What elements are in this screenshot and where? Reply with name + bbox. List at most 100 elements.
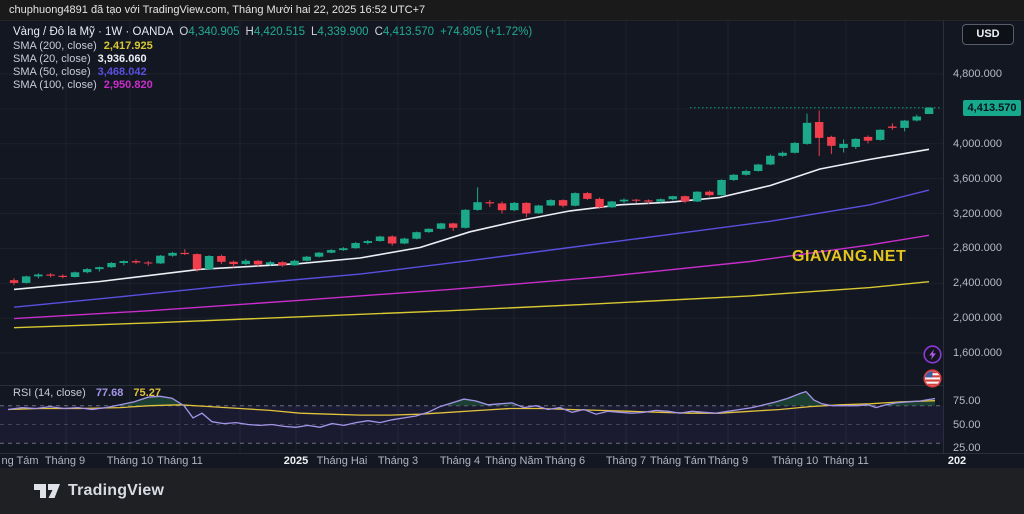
candle-body (242, 261, 251, 264)
ohlc-key: H (246, 26, 254, 38)
candle-body (656, 199, 665, 201)
ohlc-value: 4,420.515 (254, 26, 305, 38)
price-label: 2,000.000 (953, 311, 1002, 325)
candle-body (717, 180, 726, 195)
us-flag-icon[interactable] (923, 369, 942, 388)
last-price-badge: 4,413.570 (963, 100, 1021, 116)
symbol-row: Vàng / Đô la Mỹ · 1W · OANDAO4,340.905H4… (13, 25, 532, 40)
time-label: Tháng 7 (606, 455, 646, 467)
legend: Vàng / Đô la Mỹ · 1W · OANDAO4,340.905H4… (13, 25, 532, 92)
ohlc-values: O4,340.905H4,420.515L4,339.900C4,413.570… (173, 26, 532, 38)
candle-body (571, 193, 580, 206)
time-label: Tháng 6 (545, 455, 585, 467)
sma-line (14, 149, 929, 289)
candle-body (278, 262, 287, 265)
candle-body (486, 202, 495, 203)
watermark: GIAVANG.NET (792, 248, 906, 266)
candle-body (144, 263, 153, 264)
candle-body (425, 229, 434, 232)
pane-icons (923, 345, 943, 393)
candle-body (888, 127, 897, 128)
candle-body (791, 143, 800, 153)
price-label: 2,800.000 (953, 241, 1002, 255)
candle-body (669, 196, 678, 199)
candle-body (339, 248, 348, 250)
candle-body (864, 137, 873, 141)
change-value: +74.805 (+1.72%) (440, 26, 532, 38)
indicator-value: 3,936.060 (98, 53, 147, 65)
candle-body (925, 108, 934, 114)
candle-body (388, 237, 397, 244)
time-label: Tháng 11 (823, 455, 869, 467)
price-label: 3,600.000 (953, 172, 1002, 186)
time-label: 202 (948, 455, 966, 467)
time-label: Tháng Năm (485, 455, 542, 467)
candle-body (632, 200, 641, 201)
ohlc-value: 4,339.900 (317, 26, 368, 38)
time-label: Tháng 11 (157, 455, 203, 467)
candle-body (120, 261, 129, 263)
time-label: Tháng 9 (45, 455, 85, 467)
indicator-row[interactable]: SMA (20, close)3,936.060 (13, 53, 532, 66)
candle-body (229, 262, 238, 264)
candle-body (22, 276, 31, 283)
price-label: 1,600.000 (953, 346, 1002, 360)
candle-body (852, 139, 861, 147)
candle-body (217, 256, 226, 262)
candle-body (156, 256, 165, 264)
candle-body (71, 272, 80, 277)
candle-body (876, 130, 885, 140)
candle-body (95, 267, 104, 269)
indicator-row[interactable]: SMA (100, close)2,950.820 (13, 79, 532, 92)
currency-button[interactable]: USD (962, 24, 1014, 45)
candle-body (498, 203, 507, 210)
candle-body (473, 202, 482, 210)
lightning-icon[interactable] (923, 345, 942, 364)
symbol-title[interactable]: Vàng / Đô la Mỹ · 1W · OANDA (13, 26, 173, 38)
candle-body (644, 200, 653, 201)
indicator-row[interactable]: SMA (200, close)2,417.925 (13, 40, 532, 53)
price-label: 4,800.000 (953, 67, 1002, 81)
candle-body (107, 263, 116, 267)
time-label: Tháng Tám (650, 455, 706, 467)
time-label: Tháng 4 (440, 455, 480, 467)
indicator-row[interactable]: SMA (50, close) 3,468.042 (13, 66, 532, 79)
ohlc-value: 4,413.570 (383, 26, 434, 38)
sma-line (14, 282, 929, 328)
price-axis[interactable]: USD 4,800.0004,000.0003,600.0003,200.000… (943, 21, 1024, 453)
candle-body (900, 121, 909, 128)
candle-body (303, 257, 312, 261)
indicator-value: 3,468.042 (98, 66, 147, 78)
candle-body (913, 117, 922, 121)
candle-body (693, 192, 702, 202)
candle-body (608, 202, 617, 208)
candle-body (59, 276, 68, 277)
candle-body (315, 253, 324, 257)
tradingview-logo[interactable]: TradingView (34, 482, 164, 500)
candle-body (534, 206, 543, 214)
candle-body (132, 261, 141, 262)
time-label: Tháng 9 (708, 455, 748, 467)
tradingview-wordmark: TradingView (68, 482, 164, 500)
time-axis[interactable]: ng TámTháng 9Tháng 10Tháng 112025Tháng H… (0, 453, 1024, 469)
candle-body (583, 193, 592, 199)
indicator-label: SMA (50, close) (13, 66, 91, 78)
time-label: ng Tám (1, 455, 38, 467)
time-label: Tháng 3 (378, 455, 418, 467)
candle-body (730, 175, 739, 180)
candle-body (742, 171, 751, 175)
rsi-axis-label: 50.00 (953, 418, 981, 432)
rsi-label: RSI (14, close) (13, 387, 86, 399)
candle-body (754, 165, 763, 172)
attribution-text: chuphuong4891 đã tạo với TradingView.com… (9, 4, 425, 16)
candle-body (559, 200, 568, 206)
candle-body (400, 239, 409, 244)
time-label: Tháng Hai (317, 455, 368, 467)
candle-body (461, 210, 470, 228)
candle-body (168, 253, 177, 256)
indicator-label: SMA (100, close) (13, 79, 97, 91)
candle-body (412, 232, 421, 239)
footer-bar: TradingView (0, 468, 1024, 514)
chart-area: Vàng / Đô la Mỹ · 1W · OANDAO4,340.905H4… (0, 20, 1024, 469)
rsi-axis-label: 75.00 (953, 394, 981, 408)
